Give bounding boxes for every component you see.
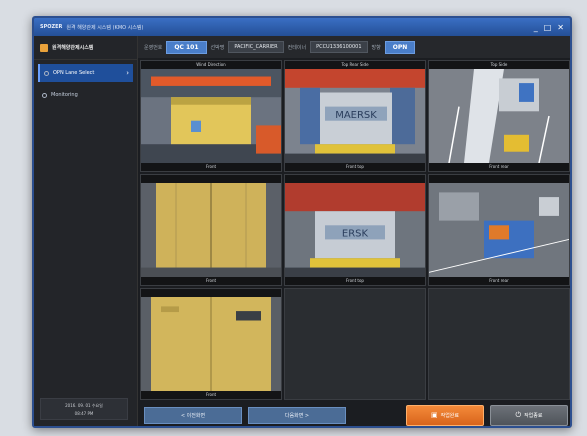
complete-job-button[interactable]: ▣ 작업완료 [406, 404, 484, 426]
power-icon: ⏻ [515, 410, 522, 419]
camera-label-bottom: Front top [285, 277, 425, 285]
camera-label-top [285, 175, 425, 183]
camera-feed-image [429, 69, 569, 163]
camera-label-bottom: Front top [285, 163, 425, 171]
end-job-button[interactable]: ⏻ 작업종료 [490, 404, 568, 426]
radio-dot-icon [42, 92, 47, 98]
camera-view-empty-8 [284, 288, 426, 400]
complete-job-label: 작업완료 [440, 412, 460, 419]
sidebar-header: 원격해양관제시스템 [34, 36, 137, 60]
sidebar-item-monitoring[interactable]: Monitoring [38, 86, 133, 104]
maximize-icon[interactable]: □ [544, 23, 552, 32]
camera-label-bottom: Front [141, 163, 281, 171]
camera-view-3[interactable]: Top Side Front rear [428, 60, 570, 172]
camera-feed-image [141, 69, 281, 163]
sidebar-item-opn-lane-select[interactable]: OPN Lane Select › [38, 64, 133, 82]
close-icon[interactable]: ✕ [557, 23, 564, 32]
save-icon: ▣ [430, 411, 438, 419]
camera-feed-image [141, 183, 281, 277]
camera-view-6[interactable]: Front rear [428, 174, 570, 286]
crane-id[interactable]: QC 101 [166, 40, 207, 54]
camera-label-top: Top Side [429, 61, 569, 69]
system-logo-icon [40, 43, 48, 52]
direction-field[interactable]: OPN [384, 40, 416, 54]
camera-label-bottom: Front rear [429, 163, 569, 171]
label-direction: 방향 [371, 44, 381, 51]
sidebar-title: 원격해양관제시스템 [52, 45, 94, 51]
time-text: 08:47 PM [74, 410, 94, 416]
camera-view-1[interactable]: Wind Direction Front [140, 60, 282, 172]
camera-label-top: Top Rear Side [285, 61, 425, 69]
end-job-label: 작업종료 [524, 412, 543, 419]
camera-view-5[interactable]: ERSK Front top [284, 174, 426, 286]
date-text: 2016. 09. 01 수요일 [65, 402, 103, 408]
container-field[interactable]: PCCU1336100001 [310, 41, 368, 53]
camera-feed-image: ERSK [285, 183, 425, 277]
app-window: SPOZER 원격 해양관제 시스템 (KMO 시스템) _ □ ✕ 원격해양관… [32, 16, 572, 428]
camera-label-bottom: Front rear [429, 277, 569, 285]
camera-feed-image [429, 183, 569, 277]
label-operation: 운영번호 [144, 44, 163, 51]
svg-text:MAERSK: MAERSK [335, 110, 377, 121]
camera-label-top [141, 175, 281, 183]
app-logo: SPOZER [40, 24, 63, 30]
sidebar-item-label: Monitoring [51, 92, 78, 98]
label-container: 컨테이너 [287, 44, 307, 51]
window-title: 원격 해양관제 시스템 (KMO 시스템) [66, 24, 144, 31]
radio-dot-icon [44, 70, 49, 76]
label-vessel: 선박명 [210, 44, 225, 51]
camera-grid: Wind Direction Front Top Rear Side MAERS… [140, 60, 570, 400]
camera-label-top [141, 289, 281, 297]
job-info-bar: 운영번호 QC 101 선박명 PACIFIC_CARRIER 컨테이너 PCC… [138, 36, 570, 58]
camera-view-7[interactable]: Front [140, 288, 282, 400]
bottom-action-bar: < 이전화면 다음화면 > ▣ 작업완료 ⏻ 작업종료 [138, 402, 570, 426]
camera-label-bottom: Front [141, 391, 281, 399]
camera-view-empty-9 [428, 288, 570, 400]
title-bar: SPOZER 원격 해양관제 시스템 (KMO 시스템) _ □ ✕ [34, 18, 570, 36]
camera-label-top: Wind Direction [141, 61, 281, 69]
vessel-field[interactable]: PACIFIC_CARRIER [228, 41, 284, 53]
camera-label-bottom: Front [141, 277, 281, 285]
camera-view-2[interactable]: Top Rear Side MAERSK Front top [284, 60, 426, 172]
camera-feed-image: MAERSK [285, 69, 425, 163]
datetime-display: 2016. 09. 01 수요일 08:47 PM [40, 398, 128, 420]
camera-feed-image [141, 297, 281, 391]
camera-view-4[interactable]: Front [140, 174, 282, 286]
camera-label-top [429, 175, 569, 183]
chevron-right-icon: › [126, 69, 129, 77]
next-page-button[interactable]: 다음화면 > [248, 406, 346, 424]
minimize-icon[interactable]: _ [534, 23, 538, 32]
previous-page-button[interactable]: < 이전화면 [144, 406, 242, 424]
sidebar-item-label: OPN Lane Select [53, 70, 95, 76]
svg-text:ERSK: ERSK [342, 229, 369, 240]
sidebar: 원격해양관제시스템 OPN Lane Select › Monitoring 2… [34, 36, 138, 426]
